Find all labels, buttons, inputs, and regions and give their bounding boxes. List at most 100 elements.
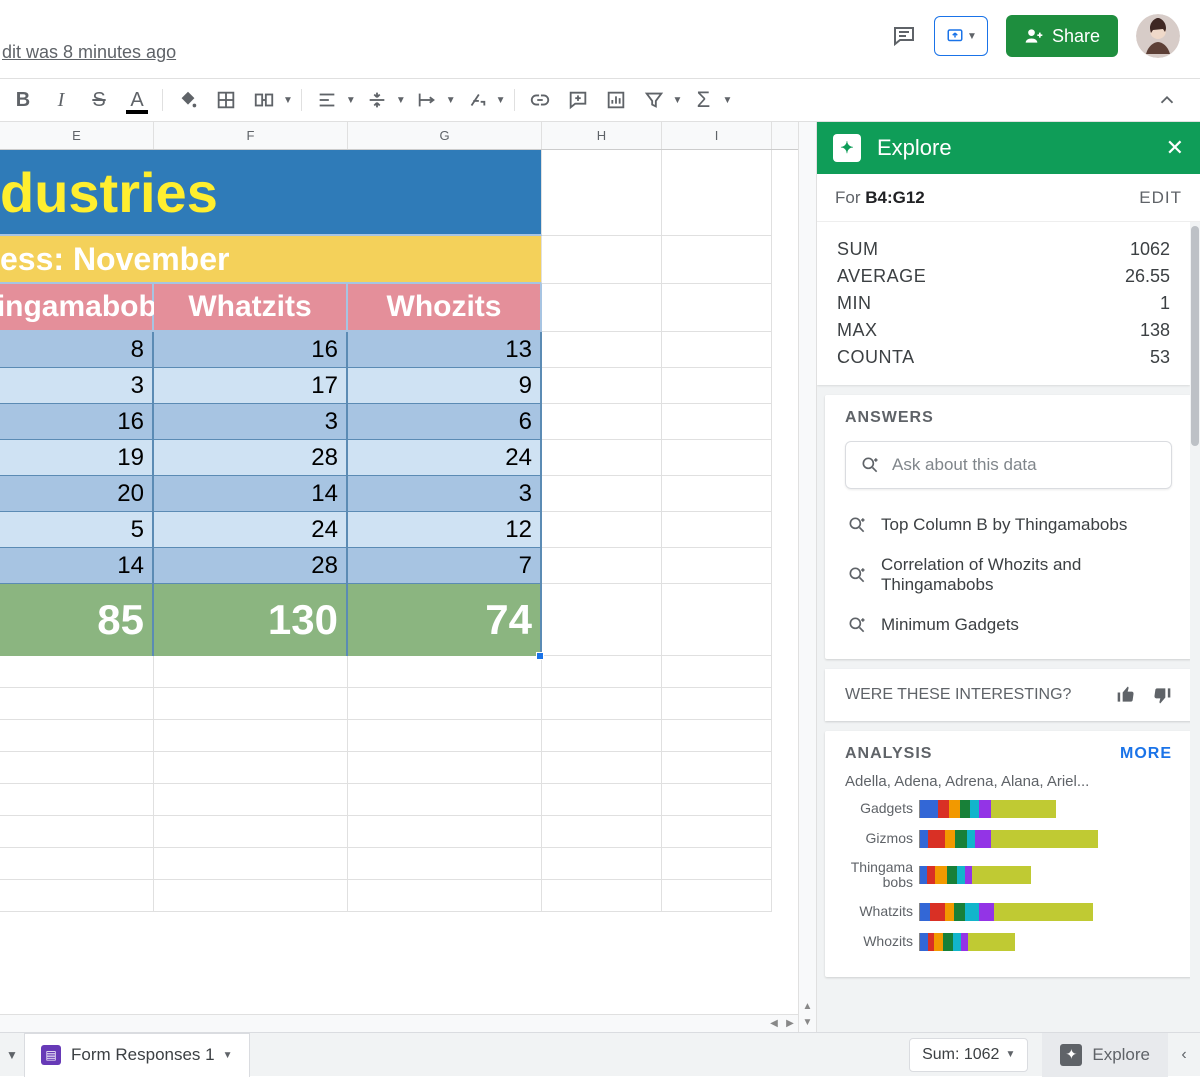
cell[interactable] <box>542 404 662 440</box>
panel-scrollbar-thumb[interactable] <box>1191 226 1199 446</box>
cell[interactable]: 14 <box>0 548 154 584</box>
cell[interactable] <box>662 656 772 688</box>
sheet-subtitle[interactable]: ess: November <box>0 236 542 284</box>
borders-button[interactable] <box>209 83 243 117</box>
cell[interactable] <box>348 656 542 688</box>
chevron-down-icon[interactable]: ▼ <box>346 95 356 106</box>
cell[interactable]: 28 <box>154 440 348 476</box>
cell[interactable]: 12 <box>348 512 542 548</box>
column-header[interactable]: I <box>662 122 772 149</box>
cell[interactable] <box>662 816 772 848</box>
table-header[interactable]: Whatzits <box>154 284 348 332</box>
cell[interactable] <box>542 284 662 332</box>
cell[interactable] <box>154 784 348 816</box>
cell[interactable]: 20 <box>0 476 154 512</box>
cell[interactable]: 3 <box>348 476 542 512</box>
cell[interactable] <box>542 440 662 476</box>
cell[interactable] <box>662 548 772 584</box>
insert-link-button[interactable] <box>523 83 557 117</box>
cell[interactable]: 28 <box>154 548 348 584</box>
chevron-down-icon[interactable]: ▼ <box>283 95 293 106</box>
cell[interactable] <box>542 816 662 848</box>
quicksum-dropdown[interactable]: Sum: 1062 ▼ <box>909 1038 1028 1072</box>
cell[interactable]: 8 <box>0 332 154 368</box>
cell[interactable] <box>348 720 542 752</box>
chevron-down-icon[interactable]: ▼ <box>396 95 406 106</box>
cell[interactable] <box>542 150 662 236</box>
suggestion-item[interactable]: Minimum Gadgets <box>845 605 1172 645</box>
column-header[interactable]: H <box>542 122 662 149</box>
cell[interactable] <box>154 720 348 752</box>
total-cell[interactable]: 130 <box>154 584 348 656</box>
cell[interactable] <box>662 368 772 404</box>
cell[interactable] <box>542 720 662 752</box>
cell[interactable] <box>662 720 772 752</box>
cell[interactable] <box>348 688 542 720</box>
cell[interactable] <box>662 880 772 912</box>
cell[interactable] <box>154 816 348 848</box>
cell[interactable] <box>348 848 542 880</box>
tab-menu-icon[interactable]: ▼ <box>0 1048 24 1062</box>
cell[interactable] <box>662 848 772 880</box>
account-avatar[interactable] <box>1136 14 1180 58</box>
cell[interactable] <box>0 688 154 720</box>
column-header[interactable]: F <box>154 122 348 149</box>
cell[interactable] <box>662 284 772 332</box>
horizontal-align-button[interactable] <box>310 83 344 117</box>
cell[interactable] <box>542 368 662 404</box>
edit-range-button[interactable]: EDIT <box>1139 188 1182 208</box>
functions-button[interactable]: Σ <box>686 83 720 117</box>
cell[interactable] <box>662 476 772 512</box>
cell[interactable]: 16 <box>0 404 154 440</box>
chevron-down-icon[interactable]: ▼ <box>673 95 683 106</box>
italic-button[interactable]: I <box>44 83 78 117</box>
cell[interactable] <box>662 688 772 720</box>
cell[interactable] <box>542 476 662 512</box>
cell[interactable] <box>542 656 662 688</box>
column-header[interactable]: G <box>348 122 542 149</box>
cell[interactable] <box>542 512 662 548</box>
cell[interactable]: 3 <box>154 404 348 440</box>
cell[interactable] <box>662 150 772 236</box>
chevron-down-icon[interactable]: ▼ <box>496 95 506 106</box>
cell[interactable] <box>154 752 348 784</box>
cell[interactable]: 9 <box>348 368 542 404</box>
cell[interactable] <box>0 656 154 688</box>
sheet-title[interactable]: dustries <box>0 150 542 236</box>
cell[interactable] <box>542 688 662 720</box>
analysis-chart[interactable]: GadgetsGizmosThingamabobsWhatzitsWhozits <box>845 800 1172 951</box>
cell[interactable]: 14 <box>154 476 348 512</box>
text-rotation-button[interactable] <box>460 83 494 117</box>
selection-handle[interactable] <box>536 652 544 660</box>
cell[interactable]: 7 <box>348 548 542 584</box>
cell[interactable] <box>0 720 154 752</box>
thumbs-down-icon[interactable] <box>1152 685 1172 705</box>
cell[interactable] <box>0 848 154 880</box>
vertical-align-button[interactable] <box>360 83 394 117</box>
last-edit-text[interactable]: dit was 8 minutes ago <box>2 42 176 63</box>
cell[interactable]: 17 <box>154 368 348 404</box>
merge-cells-button[interactable] <box>247 83 281 117</box>
cell[interactable] <box>542 584 662 656</box>
insert-chart-button[interactable] <box>599 83 633 117</box>
chevron-down-icon[interactable]: ▼ <box>223 1050 233 1061</box>
more-link[interactable]: MORE <box>1120 745 1172 763</box>
chevron-down-icon[interactable]: ▼ <box>446 95 456 106</box>
column-header[interactable]: E <box>0 122 154 149</box>
sheet-tab[interactable]: ▤ Form Responses 1 ▼ <box>24 1033 250 1077</box>
cell[interactable] <box>0 880 154 912</box>
cell[interactable]: 5 <box>0 512 154 548</box>
cell[interactable] <box>662 440 772 476</box>
text-color-button[interactable]: A <box>120 83 154 117</box>
cell[interactable]: 6 <box>348 404 542 440</box>
total-cell[interactable]: 85 <box>0 584 154 656</box>
cell[interactable] <box>348 880 542 912</box>
filter-button[interactable] <box>637 83 671 117</box>
cell[interactable] <box>662 784 772 816</box>
cell[interactable] <box>348 816 542 848</box>
cell[interactable] <box>542 848 662 880</box>
ask-input[interactable]: Ask about this data <box>845 441 1172 489</box>
chevron-down-icon[interactable]: ▼ <box>722 95 732 106</box>
cell[interactable] <box>154 848 348 880</box>
fill-color-button[interactable] <box>171 83 205 117</box>
